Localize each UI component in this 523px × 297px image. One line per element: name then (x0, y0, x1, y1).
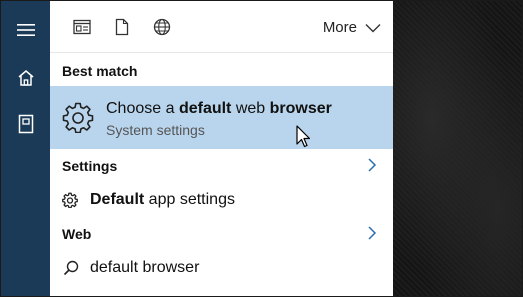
title-bold-part: browser (269, 100, 332, 117)
settings-result-default-app[interactable]: Default app settings (50, 186, 393, 214)
chevron-down-icon (365, 23, 381, 32)
documents-filter-button[interactable] (110, 15, 134, 39)
web-icon (153, 18, 171, 36)
best-match-subtitle: System settings (106, 122, 205, 138)
apps-filter-button[interactable] (70, 15, 94, 39)
home-button[interactable] (1, 55, 50, 101)
best-match-heading: Best match (62, 63, 138, 79)
more-filters-button[interactable]: More (323, 19, 381, 36)
search-icon (63, 260, 79, 276)
notebook-icon (18, 114, 33, 134)
search-window: More Best match Choose a default web bro… (0, 0, 523, 297)
web-heading: Web (62, 226, 92, 242)
hamburger-button[interactable] (1, 7, 50, 53)
small-gear-icon (62, 192, 78, 208)
more-label: More (322, 19, 357, 36)
home-icon (18, 70, 33, 86)
label-part: app settings (144, 191, 235, 208)
notebook-button[interactable] (1, 101, 50, 147)
web-filter-button[interactable] (150, 15, 174, 39)
left-rail (1, 1, 50, 296)
best-match-title: Choose a default web browser (106, 100, 332, 118)
settings-heading: Settings (62, 158, 118, 174)
web-search-text: default browser (90, 259, 200, 276)
title-part: Choose a (106, 100, 179, 117)
gear-icon (62, 102, 94, 133)
filter-toolbar: More (50, 1, 393, 53)
desktop-background (393, 1, 522, 296)
results-panel: More Best match Choose a default web bro… (50, 1, 393, 296)
best-match-result[interactable]: Choose a default web browser System sett… (50, 86, 393, 149)
web-result-default-browser[interactable]: default browser (50, 254, 393, 282)
mouse-cursor-icon (296, 125, 310, 148)
apps-icon (73, 19, 91, 35)
default-app-settings-label: Default app settings (90, 191, 235, 209)
label-bold-part: Default (90, 191, 145, 208)
hamburger-icon (16, 24, 35, 36)
title-part: web (231, 100, 270, 117)
title-bold-part: default (178, 100, 232, 117)
documents-icon (115, 18, 129, 36)
chevron-right-icon[interactable] (367, 158, 377, 172)
chevron-right-icon[interactable] (367, 226, 377, 240)
